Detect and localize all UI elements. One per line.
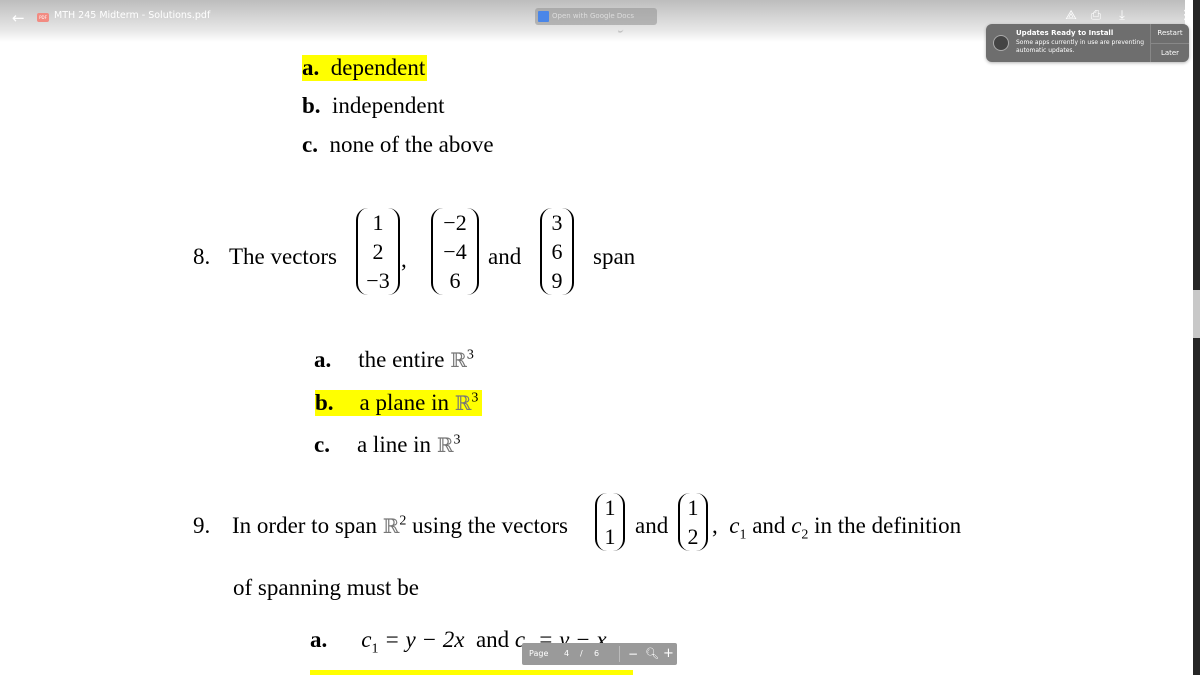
q9-vector-2: 1 2 — [678, 493, 708, 551]
more-options-icon[interactable]: ⋮ — [1177, 8, 1193, 24]
option-label: c. — [314, 432, 330, 457]
dimension-superscript: 3 — [471, 390, 479, 406]
total-pages: 6 — [594, 649, 600, 658]
option-label: a. — [310, 627, 328, 652]
option-text: a line in — [356, 432, 432, 457]
vector-entry: 9 — [551, 268, 563, 293]
q8-vector-1: 1 2 −3 — [356, 208, 400, 295]
software-update-icon — [993, 35, 1009, 51]
c1-symbol: c — [361, 627, 372, 652]
q8-option-c[interactable]: c. a line in ℝ3 — [314, 432, 460, 458]
equation-1: = y − 2x — [384, 627, 465, 652]
vector-entry: 1 — [687, 495, 699, 520]
subscript: 2 — [801, 527, 809, 543]
option-text: none of the above — [329, 132, 494, 157]
vector-entry: 2 — [687, 524, 699, 549]
c1-symbol: c — [729, 513, 740, 538]
google-docs-icon — [538, 11, 549, 22]
q8-comma: , — [401, 247, 407, 272]
vector-entry: 1 — [604, 524, 616, 549]
current-page-input[interactable]: 4 — [564, 643, 569, 665]
update-notification: Updates Ready to Install Some apps curre… — [986, 24, 1189, 62]
vector-entry: 1 — [372, 210, 384, 235]
divider — [619, 646, 620, 662]
q8-tail: span — [593, 244, 636, 269]
q8-number: 8. — [193, 244, 211, 269]
real-space-symbol: ℝ — [436, 433, 454, 457]
c2-symbol: c — [791, 513, 802, 538]
vector-entry: 6 — [449, 268, 461, 293]
q8-option-b[interactable]: b. a plane in ℝ3 — [315, 390, 483, 416]
q7-option-c[interactable]: c. none of the above — [302, 132, 494, 158]
option-label: a. — [314, 347, 332, 372]
pdf-file-icon: PDF — [37, 13, 49, 22]
vector-entry: −2 — [443, 210, 467, 235]
q8-vector-3: 3 6 9 — [540, 208, 574, 295]
option-text: independent — [332, 93, 445, 118]
zoom-out-button[interactable]: − — [628, 643, 638, 665]
vector-entry: 1 — [604, 495, 616, 520]
q9-number: 9. — [193, 513, 211, 538]
page-label: Page — [529, 649, 549, 658]
open-with-label: Open with Google Docs — [552, 12, 635, 20]
dimension-superscript: 3 — [466, 347, 474, 363]
answer-highlight — [310, 670, 633, 675]
tail-text: in the definition — [814, 513, 962, 538]
option-text: the entire — [358, 347, 445, 372]
option-text: dependent — [330, 55, 426, 80]
print-icon[interactable]: ⎙ — [1088, 8, 1104, 24]
q8-and: and — [488, 244, 522, 269]
dimension-superscript: 2 — [399, 513, 407, 529]
vector-entry: −3 — [366, 268, 390, 293]
q9-mid-text: using the vectors — [412, 513, 568, 538]
zoom-in-button[interactable]: + — [663, 643, 674, 665]
q8-option-a[interactable]: a. the entire ℝ3 — [314, 347, 474, 373]
page-separator: / — [580, 649, 583, 658]
q9-lead-text: In order to span — [232, 513, 377, 538]
add-to-drive-icon[interactable]: ⟁ — [1063, 8, 1079, 24]
page-navigation-bar: Page 4 / 6 − 🔍︎ + — [522, 643, 677, 665]
q9-and: and — [635, 513, 669, 538]
real-space-symbol: ℝ — [454, 391, 472, 415]
download-icon[interactable]: ⤓ — [1114, 8, 1130, 24]
q9-line2: of spanning must be — [233, 575, 419, 600]
option-label: b. — [302, 93, 321, 118]
vector-entry: 2 — [372, 239, 384, 264]
q9-vector-1: 1 1 — [595, 493, 625, 551]
notification-title: Updates Ready to Install — [1016, 29, 1114, 37]
q7-option-a[interactable]: a. dependent — [302, 55, 428, 81]
vector-entry: 6 — [551, 239, 563, 264]
later-button[interactable]: Later — [1151, 43, 1189, 63]
file-name: MTH 245 Midterm - Solutions.pdf — [54, 10, 211, 21]
subscript: 1 — [371, 641, 379, 657]
option-label: c. — [302, 132, 318, 157]
real-space-symbol: ℝ — [450, 348, 467, 372]
q8-vector-2: −2 −4 6 — [431, 208, 479, 295]
real-space-symbol: ℝ — [382, 514, 400, 538]
restart-button[interactable]: Restart — [1151, 24, 1189, 43]
and-text: and — [752, 513, 786, 538]
q9-lead: In order to span ℝ2 using the vectors — [232, 513, 568, 539]
scrollbar-thumb[interactable] — [1193, 290, 1200, 338]
q9-tail: , c1 and c2 in the definition — [712, 513, 962, 543]
q8-lead: The vectors — [229, 244, 337, 269]
vector-entry: −4 — [443, 239, 467, 264]
back-arrow-icon[interactable]: ← — [12, 9, 25, 27]
open-with-google-docs-button[interactable]: Open with Google Docs — [535, 8, 657, 25]
option-text: a plane in — [359, 390, 449, 415]
and-text: and — [475, 627, 510, 652]
option-label: b. — [315, 390, 334, 415]
notification-body: Some apps currently in use are preventin… — [1016, 39, 1145, 54]
option-label: a. — [302, 55, 320, 80]
subscript: 1 — [739, 527, 747, 543]
zoom-icon[interactable]: 🔍︎ — [645, 643, 659, 665]
vector-entry: 3 — [551, 210, 563, 235]
q7-option-b[interactable]: b. independent — [302, 93, 444, 119]
dimension-superscript: 3 — [453, 432, 461, 448]
